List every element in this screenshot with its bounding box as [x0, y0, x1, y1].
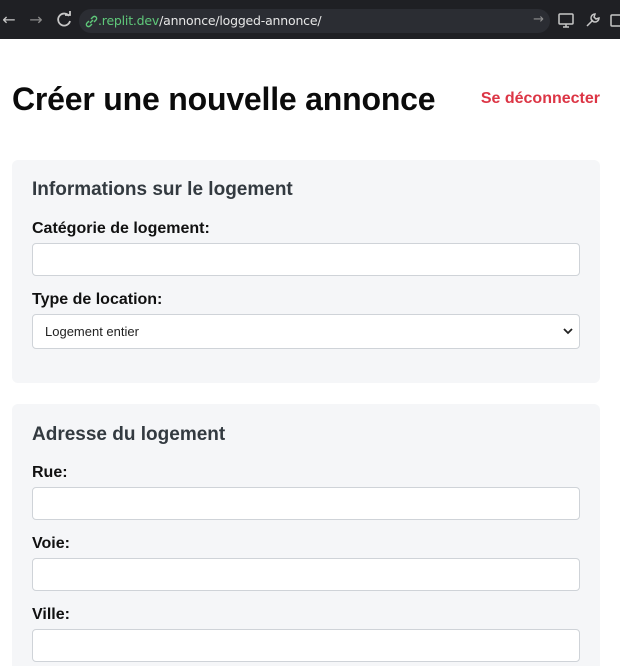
go-arrow-icon[interactable]: → — [533, 12, 544, 27]
back-arrow-icon[interactable]: ← — [0, 10, 18, 30]
rental-type-selected: Logement entier — [45, 324, 139, 339]
category-input[interactable] — [32, 243, 580, 276]
ville-label: Ville: — [32, 606, 70, 623]
reload-icon[interactable] — [55, 10, 73, 30]
rental-type-label: Type de location: — [32, 291, 163, 308]
section-title: Informations sur le logement — [32, 179, 293, 200]
rue-label: Rue: — [32, 464, 68, 481]
address-card: Adresse du logement Rue: Voie: Ville: — [12, 404, 600, 666]
link-icon — [84, 12, 98, 30]
monitor-icon[interactable] — [557, 11, 575, 29]
chevron-down-icon — [563, 328, 573, 335]
voie-input[interactable] — [32, 558, 580, 591]
rental-type-select[interactable]: Logement entier — [32, 314, 580, 349]
rue-input[interactable] — [32, 487, 580, 520]
url-text: .replit.dev/annonce/logged-annonce/ — [98, 13, 322, 28]
housing-info-card: Informations sur le logement Catégorie d… — [12, 160, 600, 383]
address-bar[interactable]: .replit.dev/annonce/logged-annonce/ → — [79, 9, 550, 33]
voie-label: Voie: — [32, 535, 70, 552]
browser-toolbar: ← → .replit.dev/annonce/logged-annonce/ … — [0, 0, 620, 39]
ville-input[interactable] — [32, 629, 580, 662]
forward-arrow-icon[interactable]: → — [27, 10, 45, 30]
logout-link[interactable]: Se déconnecter — [481, 89, 600, 109]
wrench-icon[interactable] — [584, 11, 602, 29]
section-title: Adresse du logement — [32, 424, 226, 445]
category-label: Catégorie de logement: — [32, 220, 210, 237]
page-title: Créer une nouvelle annonce — [12, 81, 436, 117]
share-icon[interactable] — [609, 11, 620, 29]
